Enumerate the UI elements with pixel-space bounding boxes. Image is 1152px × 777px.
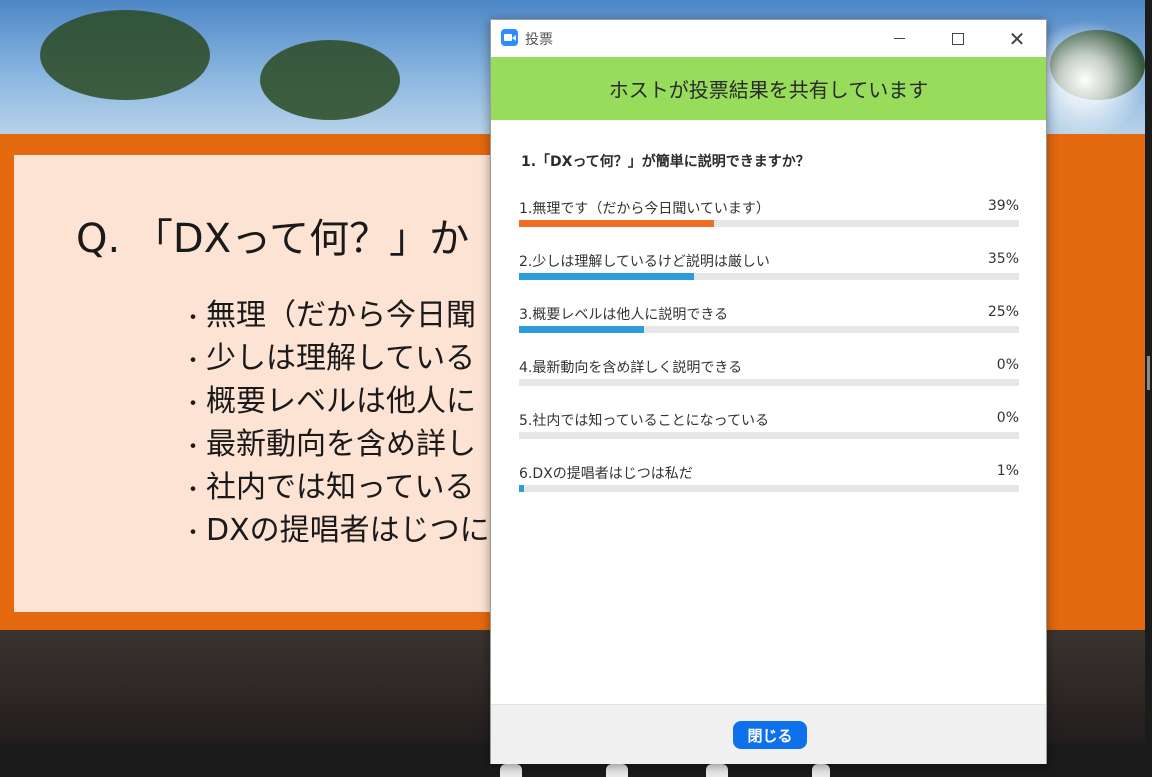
palm-tree-image: [260, 40, 400, 120]
title-bar[interactable]: 投票 ✕: [491, 20, 1046, 57]
maximize-button[interactable]: [935, 20, 981, 57]
answer-percent: 0%: [996, 357, 1019, 373]
zoom-app-icon: [501, 29, 518, 46]
answer-bar-fill: [519, 485, 524, 492]
answer-bar-track: [519, 326, 1019, 333]
slide-bullet-list: ・無理（だから今日聞 ・少しは理解している ・概要レベルは他人に ・最新動向を含…: [180, 296, 490, 554]
poll-results-window: 投票 ✕ ホストが投票結果を共有しています 1.「DXって何？」が簡単に説明でき…: [490, 19, 1047, 764]
slide-bullet: ・最新動向を含め詳し: [181, 427, 476, 462]
answer-label: 5.社内では知っていることになっている: [519, 413, 769, 429]
polls-icon[interactable]: [812, 764, 830, 777]
answer-percent: 39%: [987, 198, 1019, 214]
window-title: 投票: [525, 32, 553, 48]
poll-answer: 2.少しは理解しているけど説明は厳しい 35%: [519, 251, 1019, 285]
answer-bar-fill: [519, 273, 694, 280]
answer-label: 6.DXの提唱者はじつは私だ: [519, 466, 693, 482]
minimize-button[interactable]: [876, 20, 922, 57]
resize-handle[interactable]: [1147, 356, 1150, 390]
poll-question: 1.「DXって何？」が簡単に説明できますか？: [521, 154, 810, 170]
slide-bullet: ・DXの提唱者はじつに: [181, 513, 490, 548]
poll-footer: 閉じる: [491, 704, 1046, 764]
share-banner: ホストが投票結果を共有しています: [491, 57, 1046, 120]
reactions-icon[interactable]: [606, 764, 628, 777]
answer-label: 4.最新動向を含め詳しく説明できる: [519, 360, 743, 376]
answer-percent: 1%: [996, 463, 1019, 479]
answer-bar-track: [519, 220, 1019, 227]
chat-icon[interactable]: [706, 764, 728, 777]
slide-bullet: ・概要レベルは他人に: [181, 384, 476, 419]
answer-bar-fill: [519, 326, 644, 333]
maximize-icon: [952, 32, 964, 45]
answer-bar-track: [519, 432, 1019, 439]
participants-icon[interactable]: [500, 764, 522, 777]
slide-bullet: ・社内では知っている: [181, 470, 475, 505]
poll-answer: 5.社内では知っていることになっている 0%: [519, 410, 1019, 444]
answer-bar-track: [519, 379, 1019, 386]
slide-bullet: ・無理（だから今日聞: [181, 298, 476, 333]
answer-label: 1.無理です（だから今日聞いています）: [519, 201, 770, 217]
close-button[interactable]: 閉じる: [733, 721, 807, 749]
close-window-button[interactable]: ✕: [994, 20, 1040, 57]
answer-label: 3.概要レベルは他人に説明できる: [519, 307, 729, 323]
poll-answer: 4.最新動向を含め詳しく説明できる 0%: [519, 357, 1019, 391]
answer-percent: 25%: [987, 304, 1019, 320]
answer-bar-fill: [519, 220, 714, 227]
answer-percent: 35%: [987, 251, 1019, 267]
share-banner-text: ホストが投票結果を共有しています: [608, 78, 929, 102]
answer-bar-track: [519, 485, 1019, 492]
minimize-icon: [893, 38, 905, 39]
slide-question: Q. 「DXって何？」か: [76, 216, 470, 262]
poll-answer: 6.DXの提唱者はじつは私だ 1%: [519, 463, 1019, 497]
poll-answer: 1.無理です（だから今日聞いています） 39%: [519, 198, 1019, 232]
answer-label: 2.少しは理解しているけど説明は厳しい: [519, 254, 770, 270]
poll-answer: 3.概要レベルは他人に説明できる 25%: [519, 304, 1019, 338]
close-icon: ✕: [1008, 26, 1026, 51]
answer-bar-track: [519, 273, 1019, 280]
palm-tree-image: [40, 10, 210, 100]
slide-bullet: ・少しは理解している: [181, 341, 476, 376]
answer-percent: 0%: [996, 410, 1019, 426]
